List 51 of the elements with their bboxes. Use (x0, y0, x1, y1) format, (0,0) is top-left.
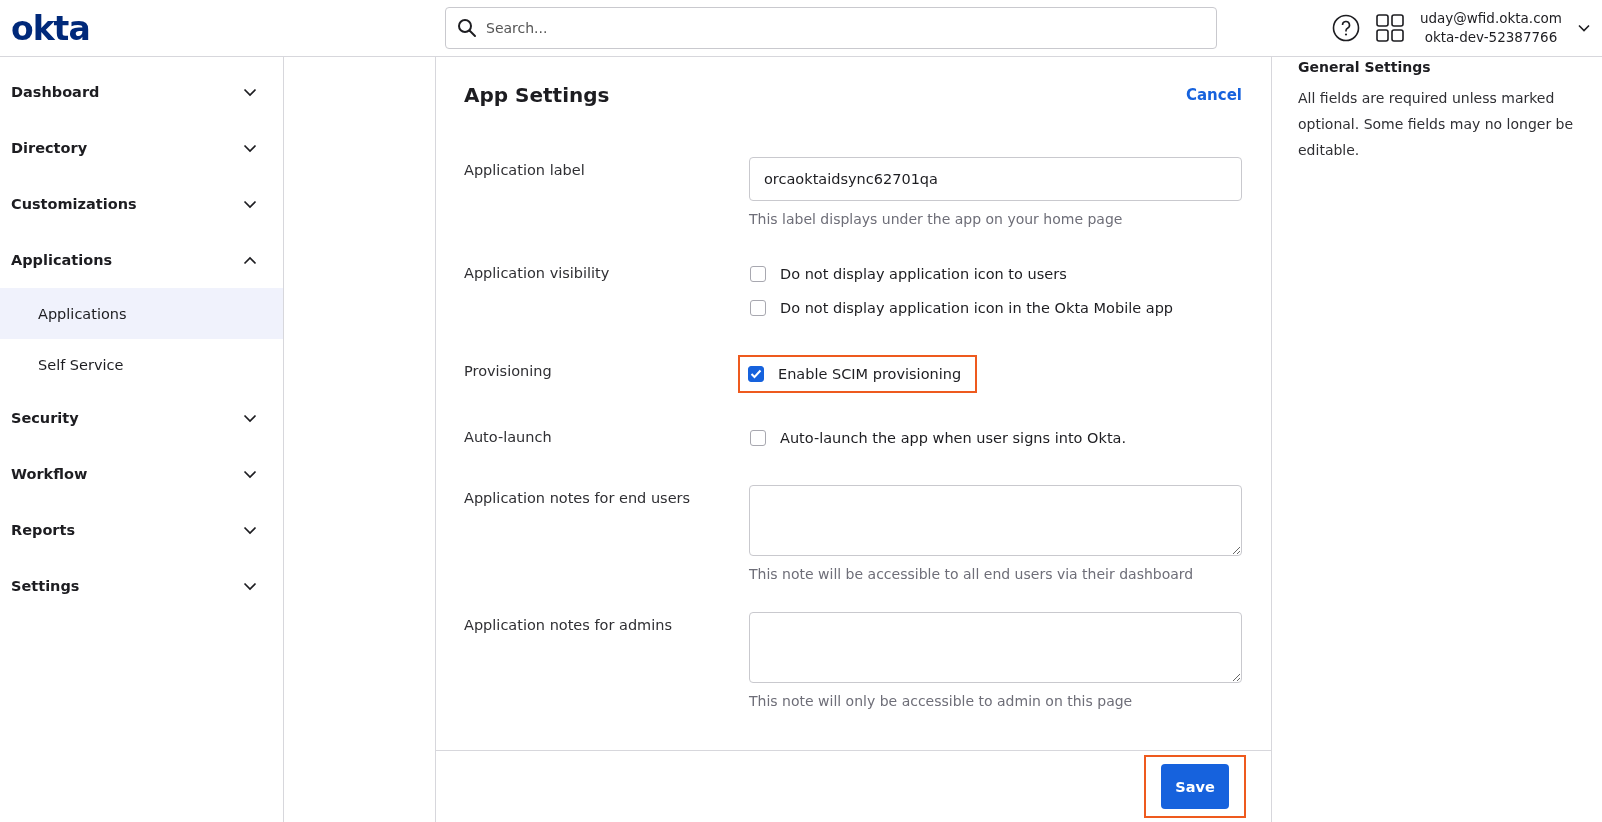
nav-item[interactable]: Customizations (0, 176, 283, 232)
chevron-down-icon (243, 581, 257, 591)
app-grid-icon[interactable] (1375, 14, 1404, 42)
input-field[interactable]: orcaoktaidsync62701qa (749, 157, 1242, 201)
nav-subitem[interactable]: Self Service (0, 339, 283, 390)
help-title: General Settings (1298, 59, 1432, 75)
org-name: okta-dev-52387766 (1424, 28, 1558, 47)
chevron-down-icon (243, 413, 257, 423)
field-label: Application notes for admins (464, 616, 673, 635)
nav-item[interactable]: Security (0, 390, 283, 446)
field-label: Application label (464, 161, 586, 180)
chevron-down-icon (243, 469, 257, 479)
nav-item[interactable]: Reports (0, 502, 283, 558)
save-button[interactable]: Save (1161, 764, 1229, 809)
nav-item[interactable]: Directory (0, 120, 283, 176)
checkbox-label[interactable]: Do not display application icon in the Okta Mobile app (780, 300, 1174, 316)
checkbox[interactable] (750, 266, 766, 282)
cancel-link[interactable]: Cancel (1186, 86, 1242, 104)
chevron-down-icon[interactable] (1578, 24, 1590, 32)
field-label: Application notes for end users (464, 489, 692, 508)
field-label: Provisioning (464, 362, 553, 381)
nav-subitem[interactable]: Applications (0, 288, 283, 339)
chevron-down-icon (243, 525, 257, 535)
chevron-down-icon (243, 87, 257, 97)
checkbox-label[interactable]: Auto-launch the app when user signs into Okta. (780, 430, 1127, 446)
checkbox[interactable] (750, 300, 766, 316)
nav-item[interactable]: Dashboard (0, 64, 283, 120)
okta-logo[interactable]: okta (11, 11, 104, 45)
checkbox-label[interactable]: Enable SCIM provisioning (778, 366, 962, 382)
nav-item[interactable]: Settings (0, 558, 283, 614)
field-hint: This label displays under the app on your home page (749, 211, 1124, 227)
field-hint: This note will only be accessible to admin on this page (749, 693, 1134, 709)
textarea-field[interactable] (749, 612, 1242, 683)
user-email[interactable]: uday@wfid.okta.com (1419, 9, 1562, 28)
field-label: Auto-launch (464, 428, 553, 447)
chevron-down-icon (243, 199, 257, 209)
textarea-field[interactable] (749, 485, 1242, 556)
card-title: App Settings (464, 83, 610, 107)
chevron-down-icon (243, 143, 257, 153)
search-icon (457, 18, 477, 38)
help-icon[interactable] (1331, 14, 1360, 42)
field-hint: This note will be accessible to all end users via their dashboard (749, 566, 1195, 582)
help-text: All fields are required unless marked optional. Some fields may no longer be editable. (1298, 89, 1574, 160)
search-field[interactable]: Search... (445, 7, 1217, 49)
checkbox[interactable] (750, 430, 766, 446)
chevron-up-icon (243, 255, 257, 265)
nav-item[interactable]: Applications (0, 232, 283, 288)
checkbox-label[interactable]: Do not display application icon to users (780, 266, 1067, 282)
checkbox[interactable] (748, 366, 764, 382)
field-label: Application visibility (464, 264, 611, 283)
nav-item[interactable]: Workflow (0, 446, 283, 502)
